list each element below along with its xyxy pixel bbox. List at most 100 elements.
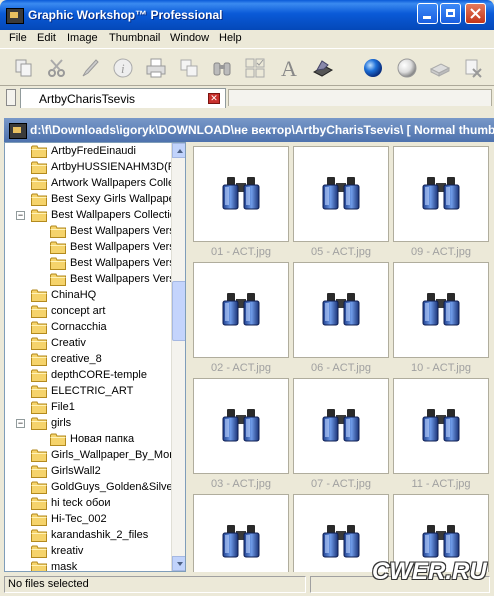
settings-button[interactable] [461,55,485,81]
tree-item[interactable]: creative_8 [5,352,171,368]
tree-item[interactable]: Best Wallpapers Vers [5,224,171,240]
folder-icon [31,545,47,558]
tree-item[interactable]: GoldGuys_Golden&Silver [5,480,171,496]
tree-expander-icon[interactable]: − [16,419,25,428]
text-button[interactable]: A [278,55,302,81]
tree-item[interactable]: Новая папка [5,432,171,448]
folder-icon [31,401,47,414]
minimize-button[interactable] [417,3,438,24]
tree-item[interactable]: kreativ [5,544,171,560]
folder-icon [31,561,47,571]
print-button[interactable] [144,55,168,81]
tree-item[interactable]: − Best Wallpapers Collection [5,208,171,224]
info-button[interactable]: i [111,55,135,81]
tree-item[interactable]: Best Wallpapers Vers [5,272,171,288]
thumbnail[interactable]: 01 - ACT.jpg [193,146,289,258]
tree-item[interactable]: hi teck обои [5,496,171,512]
tree-item[interactable]: ArtbyFredEinaudi [5,144,171,160]
duplicate-button[interactable] [177,55,201,81]
binoculars-icon [321,407,361,446]
thumbnail[interactable]: 05 - ACT.jpg [293,146,389,258]
thumbnail-frame[interactable] [393,146,489,242]
find-button[interactable] [210,55,234,81]
tree-item[interactable]: Hi-Tec_002 [5,512,171,528]
tree-item[interactable]: Creativ [5,336,171,352]
select-all-button[interactable] [243,55,267,81]
scan-button[interactable] [311,55,335,81]
tree-item[interactable]: Cornacchia [5,320,171,336]
tab-close-icon[interactable]: ✕ [208,93,220,104]
thumbnail-frame[interactable] [393,378,489,474]
scroll-down-icon[interactable] [172,556,185,571]
menu-file[interactable]: File [9,32,27,44]
thumbnail[interactable]: 10 - ACT.jpg [393,262,489,374]
close-button[interactable] [465,3,486,24]
blue-sphere-button[interactable] [361,55,385,81]
menu-help[interactable]: Help [219,32,242,44]
tree-item[interactable]: concept art [5,304,171,320]
thumbnail[interactable]: 11 - ACT.jpg [393,378,489,490]
tree-item[interactable]: mask [5,560,171,571]
thumbnail-frame[interactable] [293,146,389,242]
thumbnail-caption: 02 - ACT.jpg [211,362,271,374]
thumbnail[interactable] [193,494,289,572]
svg-text:i: i [121,61,125,76]
thumbnail-frame[interactable] [193,378,289,474]
thumbnail[interactable]: 09 - ACT.jpg [393,146,489,258]
folder-icon [50,433,66,446]
tree-item-label: Best Wallpapers Vers [70,241,171,253]
tree-item[interactable]: Artwork Wallpapers Colle [5,176,171,192]
scroll-thumb[interactable] [172,281,185,341]
thumbnail[interactable]: 06 - ACT.jpg [293,262,389,374]
thumbnail-frame[interactable] [393,262,489,358]
folder-icon [31,337,47,350]
tab-scroll-handle[interactable] [6,89,16,106]
thumbnail[interactable]: 03 - ACT.jpg [193,378,289,490]
tab-active[interactable]: ArtbyCharisTsevis ✕ [20,88,226,108]
tree-item[interactable]: Girls_Wallpaper_By_Mor [5,448,171,464]
disk-icon [429,63,451,77]
watermark: CWER.RU [372,558,487,585]
menu-image[interactable]: Image [67,32,98,44]
tree-item[interactable]: karandashik_2_files [5,528,171,544]
tree-item[interactable]: GirlsWall2 [5,464,171,480]
tree-scrollbar[interactable] [171,143,185,571]
tree-item[interactable]: Best Wallpapers Vers [5,256,171,272]
tree-item[interactable]: − girls [5,416,171,432]
tree-item[interactable]: Best Wallpapers Vers [5,240,171,256]
tree-item-label: GoldGuys_Golden&Silver [51,481,171,493]
disk-button[interactable] [428,55,452,81]
tree-item[interactable]: Best Sexy Girls Wallpape [5,192,171,208]
cut-button[interactable] [45,55,69,81]
thumbnail-frame[interactable] [293,378,389,474]
menu-thumbnail[interactable]: Thumbnail [109,32,160,44]
thumbnail-frame[interactable] [293,262,389,358]
tree-item[interactable]: depthCORE-temple [5,368,171,384]
copy-button[interactable] [12,55,36,81]
folder-icon [31,289,47,302]
window-title: Graphic Workshop™ Professional [28,8,223,22]
menu-window[interactable]: Window [170,32,209,44]
tree-item[interactable]: ArtbyHUSSIENAHM3D(PR [5,160,171,176]
gray-sphere-icon [397,58,417,78]
thumbnail-frame[interactable] [193,146,289,242]
thumbnail[interactable]: 02 - ACT.jpg [193,262,289,374]
thumbnail-frame[interactable] [193,262,289,358]
tree-item-label: Artwork Wallpapers Colle [51,177,171,189]
tree-item[interactable]: ELECTRIC_ART [5,384,171,400]
folder-icon [31,145,47,158]
thumbnail-caption: 09 - ACT.jpg [411,246,471,258]
menu-edit[interactable]: Edit [37,32,56,44]
brush-button[interactable] [78,55,102,81]
tree-item-label: ArtbyFredEinaudi [51,145,136,157]
thumbnail-frame[interactable] [193,494,289,572]
tree-item[interactable]: ChinaHQ [5,288,171,304]
thumbnail[interactable]: 07 - ACT.jpg [293,378,389,490]
scroll-up-icon[interactable] [172,143,185,158]
thumbnail-caption: 05 - ACT.jpg [311,246,371,258]
tree-item[interactable]: File1 [5,400,171,416]
maximize-button[interactable] [440,3,461,24]
gray-sphere-button[interactable] [395,55,419,81]
folder-tree: ArtbyFredEinaudi ArtbyHUSSIENAHM3D(PR Artw… [4,142,186,572]
tree-expander-icon[interactable]: − [16,211,25,220]
